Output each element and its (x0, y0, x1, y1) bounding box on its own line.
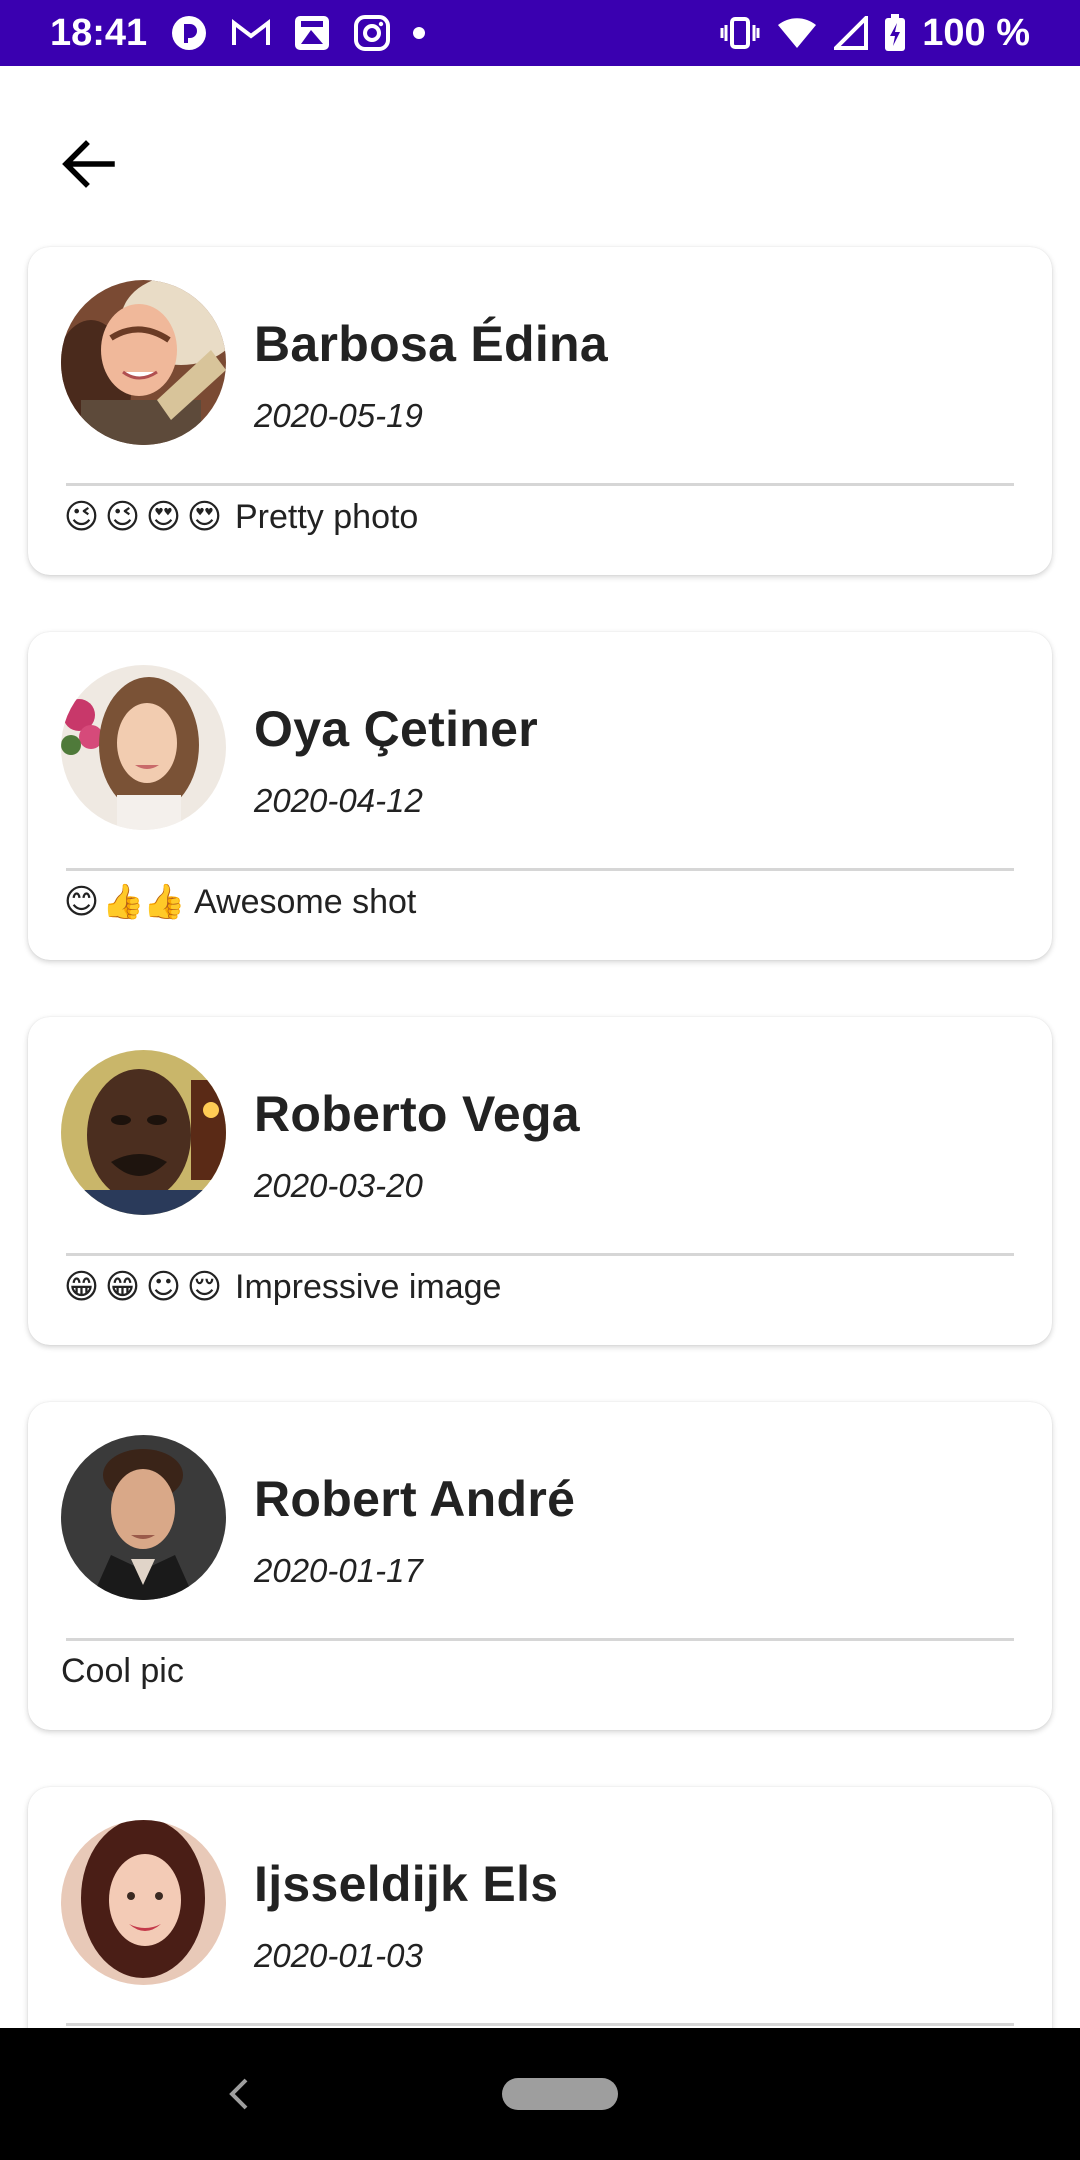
divider (66, 1253, 1014, 1256)
relieved-face-emoji: 😌 (186, 1267, 223, 1307)
comment-text: Pretty photo (235, 497, 419, 536)
signal-icon (834, 16, 869, 50)
status-bar: 18:41 100 % (0, 0, 1080, 66)
thumbs-up-emoji: 👍 (102, 882, 145, 922)
comment-date: 2020-04-12 (254, 782, 423, 819)
comment-text: Cool pic (61, 1652, 184, 1690)
blushing-face-emoji: ☺ (145, 1267, 182, 1307)
winking-face-emoji: 😉 (63, 497, 100, 537)
divider (66, 1638, 1014, 1641)
avatar (61, 1820, 226, 1985)
divider (66, 2023, 1014, 2026)
gallery-icon (293, 14, 331, 52)
heart-eyes-emoji: 😍 (186, 497, 223, 537)
status-time: 18:41 (50, 11, 148, 54)
winking-face-emoji: 😉 (104, 497, 141, 537)
comment-date: 2020-05-19 (254, 397, 423, 434)
system-nav-bar (0, 2028, 1080, 2160)
avatar (61, 1050, 226, 1215)
commenter-name: Barbosa Édina (254, 316, 608, 372)
instagram-icon (353, 14, 391, 52)
avatar (61, 665, 226, 830)
nav-back-icon (229, 2078, 248, 2110)
divider (66, 483, 1014, 486)
commenter-name: Roberto Vega (254, 1086, 580, 1142)
commenter-name: Robert André (254, 1471, 576, 1527)
comment-date: 2020-01-03 (254, 1937, 423, 1974)
more-notifications-dot-icon (413, 27, 426, 39)
avatar (61, 280, 226, 445)
smiling-face-emoji: 😊 (63, 882, 100, 922)
app-notification-icon (169, 13, 209, 53)
comment-text: Impressive image (235, 1267, 502, 1306)
gmail-icon (231, 18, 271, 48)
comment-date: 2020-01-17 (254, 1552, 423, 1589)
grinning-face-emoji: 😁 (63, 1267, 100, 1307)
comment-card[interactable]: Oya Çetiner 2020-04-12 😊 👍 👍 Awesome sho… (28, 632, 1052, 960)
heart-eyes-emoji: 😍 (145, 497, 182, 537)
divider (66, 868, 1014, 871)
avatar (61, 1435, 226, 1600)
thumbs-up-emoji: 👍 (143, 882, 186, 922)
wifi-icon (776, 16, 818, 50)
comment-card[interactable]: Barbosa Édina 2020-05-19 😉 😉 😍 😍 Pretty … (28, 247, 1052, 575)
arrow-back-icon (62, 140, 115, 188)
comment-text-row: 😁 😁 ☺ 😌 Impressive image (61, 1267, 502, 1307)
commenter-name: Ijsseldijk Els (254, 1856, 559, 1912)
battery-percent: 100 % (922, 11, 1030, 54)
commenter-name: Oya Çetiner (254, 701, 538, 757)
home-pill-icon[interactable] (502, 2078, 618, 2110)
comment-text: Awesome shot (194, 882, 417, 921)
comment-text-row: 😉 😉 😍 😍 Pretty photo (61, 497, 419, 537)
comment-text-row: 😊 👍 👍 Awesome shot (61, 882, 417, 922)
grinning-face-emoji: 😁 (104, 1267, 141, 1307)
comment-card[interactable]: Robert André 2020-01-17 Cool pic (28, 1402, 1052, 1730)
toolbar (0, 66, 1080, 246)
vibrate-icon (720, 15, 760, 51)
nav-back-button[interactable] (218, 2072, 258, 2116)
back-button[interactable] (48, 124, 128, 204)
comment-text-row: Cool pic (61, 1652, 184, 1691)
comment-card[interactable]: Roberto Vega 2020-03-20 😁 😁 ☺ 😌 Impressi… (28, 1017, 1052, 1345)
comment-date: 2020-03-20 (254, 1167, 423, 1204)
battery-charging-icon (884, 14, 906, 52)
